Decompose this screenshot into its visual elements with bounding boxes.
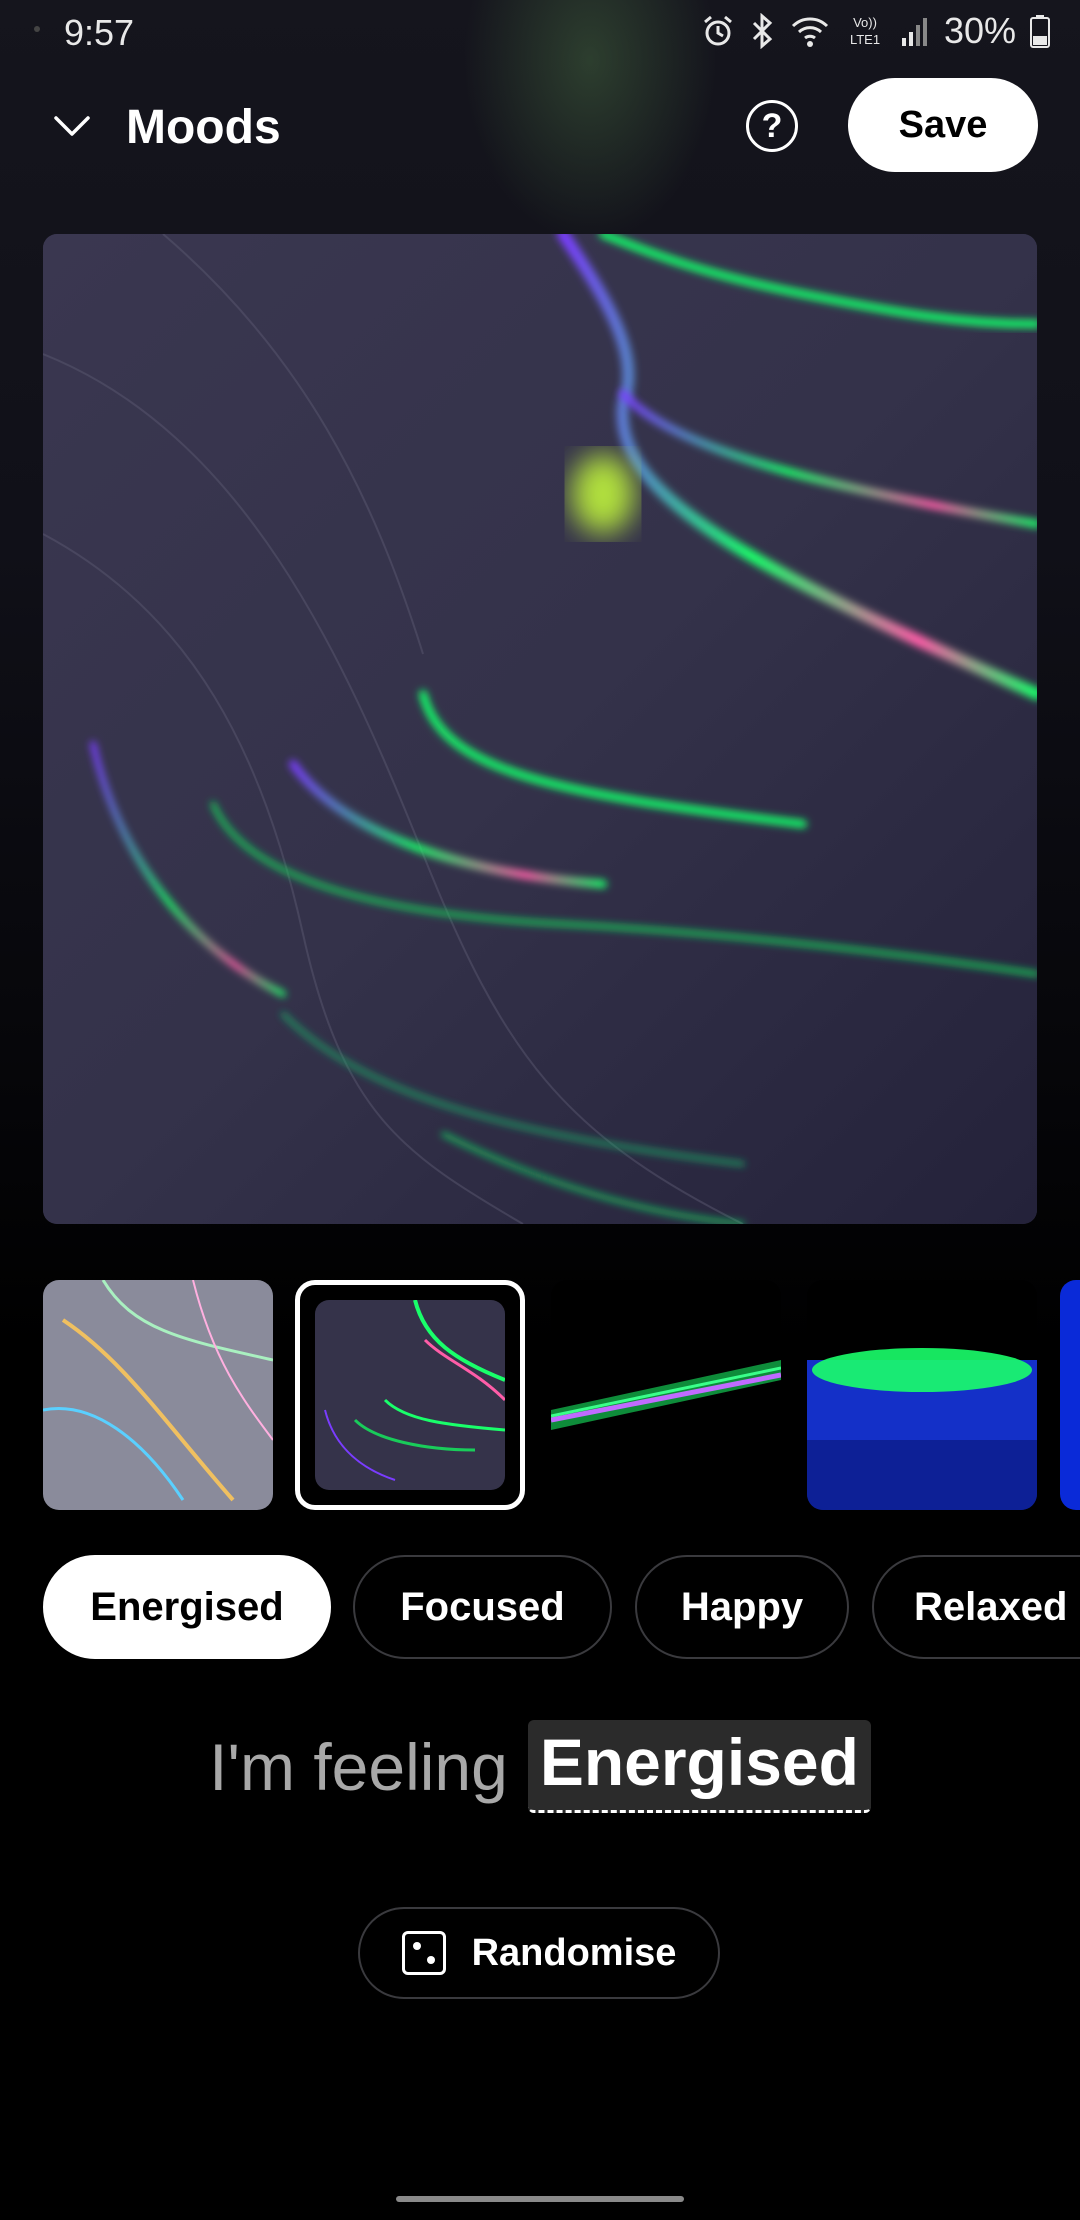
- svg-text:LTE1: LTE1: [850, 32, 880, 47]
- randomise-button[interactable]: Randomise: [358, 1907, 720, 1999]
- wallpaper-thumbnail[interactable]: [551, 1280, 781, 1510]
- status-time: 9:57: [64, 12, 135, 53]
- feeling-value-dropdown[interactable]: Energised: [527, 1720, 871, 1813]
- status-icons: Vo)) LTE1 30%: [700, 10, 1050, 52]
- bluetooth-icon: [752, 13, 773, 49]
- wifi-icon: [791, 17, 828, 47]
- save-button[interactable]: Save: [848, 78, 1038, 172]
- mood-chip-focused[interactable]: Focused: [353, 1555, 612, 1659]
- mood-chip-energised[interactable]: Energised: [43, 1555, 331, 1659]
- battery-icon: [1030, 15, 1050, 48]
- volte-icon: Vo)) LTE1: [850, 15, 880, 47]
- wallpaper-preview: [43, 234, 1037, 1224]
- home-indicator[interactable]: [396, 2196, 684, 2202]
- mood-chip-relaxed[interactable]: Relaxed: [872, 1555, 1080, 1659]
- feeling-prefix: I'm feeling: [209, 1729, 508, 1804]
- wallpaper-thumbnail[interactable]: [1060, 1280, 1080, 1510]
- chevron-down-icon: [54, 116, 90, 136]
- feeling-sentence: I'm feeling Energised: [0, 1720, 1080, 1813]
- alarm-icon: [703, 15, 732, 46]
- notification-dot: [34, 26, 40, 32]
- dice-icon: [401, 1931, 446, 1975]
- signal-icon: [901, 18, 927, 46]
- battery-percent: 30%: [943, 10, 1016, 51]
- randomise-label: Randomise: [471, 1931, 677, 1974]
- wallpaper-thumbnail[interactable]: [807, 1280, 1037, 1510]
- help-button[interactable]: ?: [746, 100, 798, 152]
- page-title: Moods: [126, 101, 281, 154]
- wallpaper-thumbnail-selected[interactable]: [295, 1280, 525, 1510]
- svg-text:Vo)): Vo)): [853, 15, 877, 30]
- wallpaper-thumbnail[interactable]: [43, 1280, 273, 1510]
- mood-chip-happy[interactable]: Happy: [635, 1555, 849, 1659]
- collapse-button[interactable]: [46, 100, 98, 152]
- status-bar: 9:57 Vo)) LTE1 30%: [0, 0, 1080, 64]
- help-icon: ?: [761, 106, 783, 145]
